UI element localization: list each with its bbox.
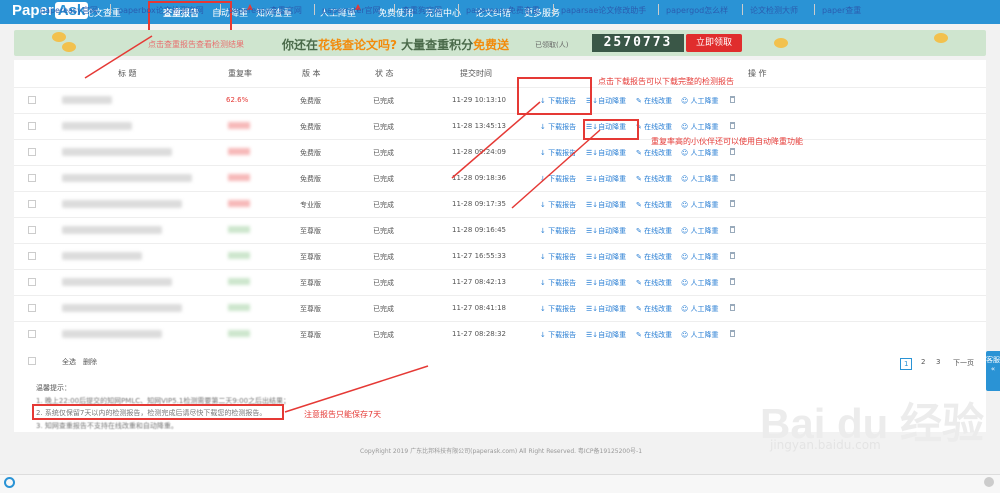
bookmark-link[interactable]: 查重狗官网 — [402, 5, 442, 16]
bookmark-link[interactable]: paparsae论文修改助手 — [561, 5, 646, 16]
settings-icon[interactable] — [984, 477, 994, 487]
bookmark-link[interactable]: paper查重 — [822, 5, 861, 16]
bookmark-separator — [220, 4, 221, 15]
bookmark-separator — [553, 4, 554, 15]
bookmark-separator — [394, 4, 395, 15]
bookmark-separator — [814, 4, 815, 15]
bookmark-link[interactable]: papereasy免费查重 — [466, 5, 540, 16]
bookmark-link[interactable]: papergod怎么样 — [666, 5, 728, 16]
search-icon[interactable] — [4, 477, 15, 488]
bookmark-link[interactable]: paperrater官网 — [322, 5, 381, 16]
bookmark-separator — [110, 4, 111, 15]
support-tab[interactable]: 客服 « — [986, 351, 1000, 391]
bookmark-separator — [658, 4, 659, 15]
bookmark-bar — [0, 474, 1000, 493]
bookmark-separator — [458, 4, 459, 15]
watermark-url: jingyan.baidu.com — [770, 438, 881, 452]
bookmark-link[interactable]: papereasy官网 — [40, 5, 98, 16]
bookmark-link[interactable]: paperbox论文检测官网 — [118, 5, 204, 16]
bookmark-separator — [314, 4, 315, 15]
bookmark-link[interactable]: 论文检测大师 — [750, 5, 798, 16]
bookmark-separator — [742, 4, 743, 15]
bookmark-link[interactable]: papereasy查重官网 — [228, 5, 302, 16]
